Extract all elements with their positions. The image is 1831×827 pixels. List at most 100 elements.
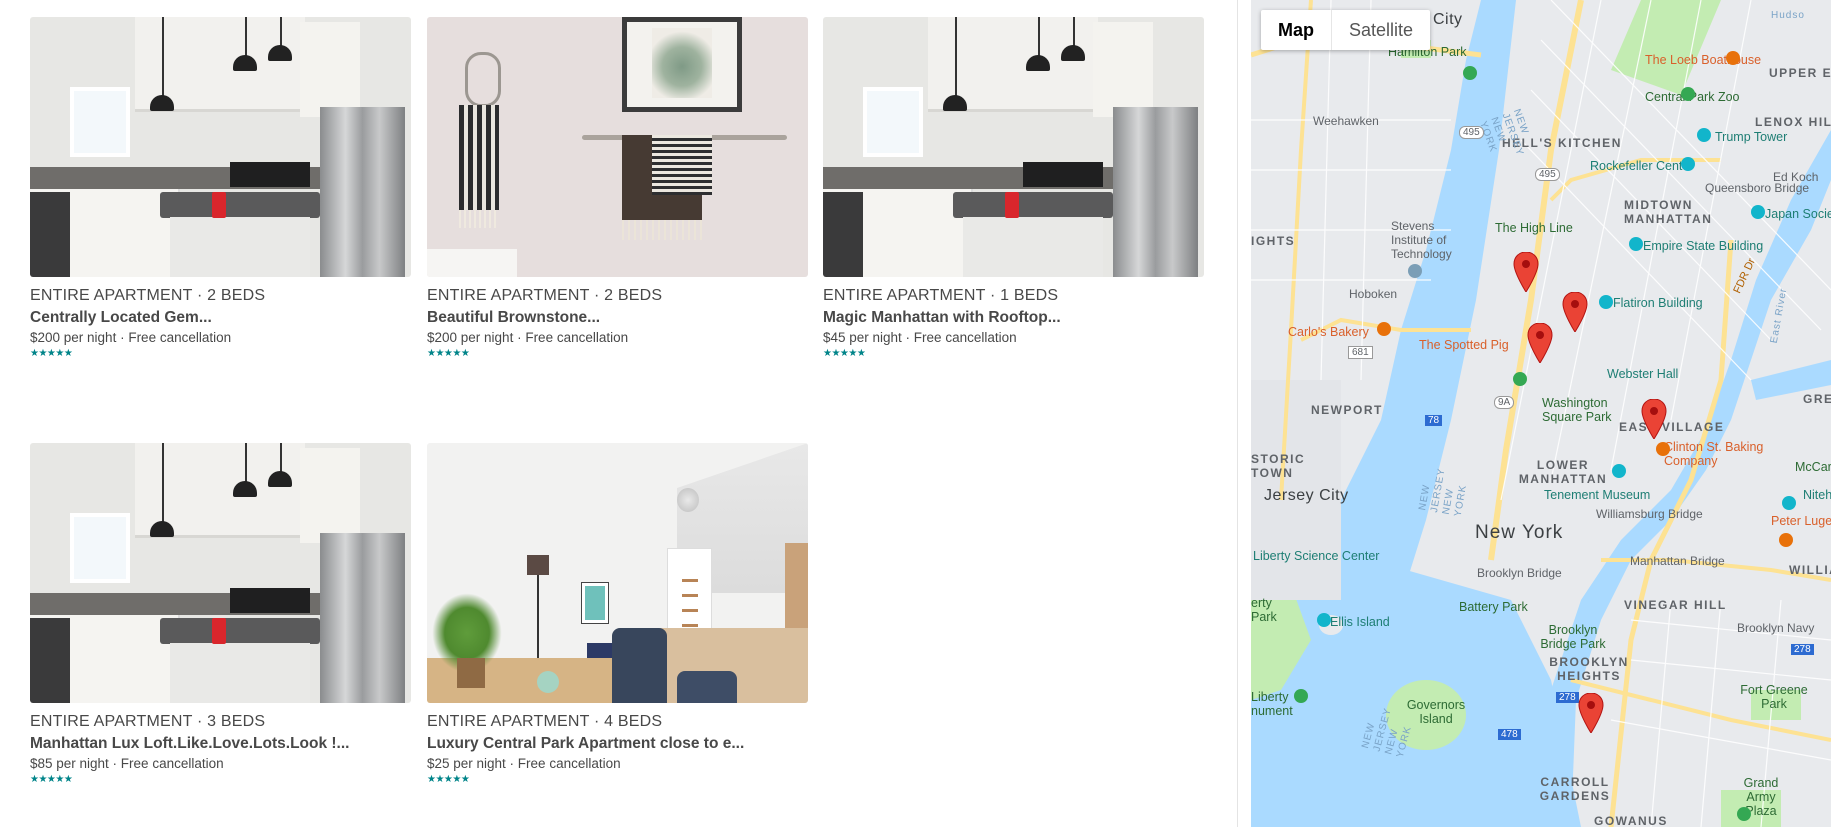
listing-card[interactable]: ENTIRE APARTMENT · 2 BEDS Beautiful Brow… xyxy=(427,17,808,360)
theater-icon xyxy=(1782,496,1796,510)
park-icon xyxy=(1513,372,1527,386)
zoo-icon xyxy=(1681,87,1695,101)
map-label: erty Park xyxy=(1251,596,1277,624)
map-label: 495 xyxy=(1459,126,1484,139)
map-label: WILLIAMS xyxy=(1789,563,1831,577)
map-label: Peter Luger xyxy=(1771,514,1831,528)
listing-price: $200 per night · Free cancellation xyxy=(30,330,232,345)
map-label: Brooklyn Bridge xyxy=(1477,566,1562,580)
university-icon xyxy=(1408,264,1422,278)
towels-photo[interactable] xyxy=(427,17,808,277)
map-label: Clinton St. Baking Company xyxy=(1664,440,1764,468)
map-label: 495 xyxy=(1535,168,1560,181)
rating-stars-icon: ★★★★★ xyxy=(427,774,470,785)
map-label: Williamsburg Bridge xyxy=(1596,507,1703,521)
map-label: Hoboken xyxy=(1349,287,1398,301)
listing-card[interactable]: ENTIRE APARTMENT · 4 BEDS Luxury Central… xyxy=(427,443,808,786)
map-label: Manhattan Bridge xyxy=(1630,554,1725,568)
map-label: Rockefeller Center xyxy=(1590,159,1694,173)
map-label: Jersey City xyxy=(1264,487,1349,504)
listing-pin-icon[interactable] xyxy=(1562,292,1588,332)
listing-pin-icon[interactable] xyxy=(1527,323,1553,363)
listing-title[interactable]: Centrally Located Gem... xyxy=(30,309,411,327)
map-panel[interactable]: City Hamilton Park The Loeb Boathouse We… xyxy=(1251,0,1831,827)
map-label: Hudso xyxy=(1771,10,1805,21)
listing-price: $200 per night · Free cancellation xyxy=(427,330,629,345)
listing-pin-icon[interactable] xyxy=(1513,252,1539,292)
map-label: EAST VILLAGE xyxy=(1619,420,1725,434)
museum-icon xyxy=(1612,464,1626,478)
listing-type: ENTIRE APARTMENT · 2 BEDS xyxy=(427,287,663,304)
listing-title[interactable]: Magic Manhattan with Rooftop... xyxy=(823,309,1204,327)
map-label: 681 xyxy=(1348,346,1373,359)
map-label: Fort Greene Park xyxy=(1740,683,1808,711)
map-label: Carlo's Bakery xyxy=(1288,325,1369,339)
listing-type: ENTIRE APARTMENT · 4 BEDS xyxy=(427,713,663,730)
map-label: Niteha xyxy=(1803,488,1831,502)
landmark-icon xyxy=(1599,295,1613,309)
rating-stars-icon: ★★★★★ xyxy=(30,348,73,359)
map-label: 478 xyxy=(1498,729,1521,740)
shopping-icon xyxy=(1697,128,1711,142)
bakery-icon xyxy=(1377,322,1391,336)
listing-price: $25 per night · Free cancellation xyxy=(427,756,621,771)
map-label: LENOX HILL xyxy=(1755,115,1831,129)
listing-card[interactable]: ENTIRE APARTMENT · 1 BEDS Magic Manhatta… xyxy=(823,17,1204,360)
map-label: GOWANUS xyxy=(1594,814,1668,827)
map-label: Ed Koch xyxy=(1773,170,1819,184)
rating-stars-icon: ★★★★★ xyxy=(823,348,866,359)
map-label: Brooklyn Navy xyxy=(1737,621,1815,635)
map-label: Ellis Island xyxy=(1330,615,1390,629)
map-view-button[interactable]: Map xyxy=(1261,10,1331,50)
kitchen-photo[interactable] xyxy=(30,443,411,703)
museum-icon xyxy=(1751,205,1765,219)
listing-type: ENTIRE APARTMENT · 3 BEDS xyxy=(30,713,266,730)
restaurant-icon xyxy=(1726,51,1740,65)
map-label: NEWPORT xyxy=(1311,403,1383,417)
listing-title[interactable]: Beautiful Brownstone... xyxy=(427,309,808,327)
map-label: 9A xyxy=(1494,396,1515,409)
kitchen-photo[interactable] xyxy=(823,17,1204,277)
map-label: NEW JERSEY NEW YORK xyxy=(1417,467,1470,518)
listing-card[interactable]: ENTIRE APARTMENT · 2 BEDS Centrally Loca… xyxy=(30,17,411,360)
satellite-view-button[interactable]: Satellite xyxy=(1331,10,1430,50)
map-label: MIDTOWN MANHATTAN xyxy=(1624,198,1713,226)
map-label: VINEGAR HILL xyxy=(1624,598,1727,612)
map-label: Washington Square Park xyxy=(1542,396,1612,424)
listing-price: $85 per night · Free cancellation xyxy=(30,756,224,771)
park-icon xyxy=(1463,66,1477,80)
map-label: Webster Hall xyxy=(1607,367,1679,381)
park-icon xyxy=(1737,807,1751,821)
listings-grid: ENTIRE APARTMENT · 2 BEDS Centrally Loca… xyxy=(0,0,1237,827)
landmark-icon xyxy=(1629,237,1643,251)
map-label: Japan Socie xyxy=(1765,207,1831,221)
map-label: Weehawken xyxy=(1313,114,1379,128)
kitchen-photo[interactable] xyxy=(30,17,411,277)
map-label: STORIC TOWN xyxy=(1251,452,1306,480)
panel-divider xyxy=(1237,0,1238,827)
map-label: The High Line xyxy=(1495,221,1573,235)
map-type-toggle: Map Satellite xyxy=(1261,10,1431,50)
listing-title[interactable]: Luxury Central Park Apartment close to e… xyxy=(427,735,808,753)
landmark-icon xyxy=(1681,157,1695,171)
map-label: Empire State Building xyxy=(1643,239,1764,253)
listing-card[interactable]: ENTIRE APARTMENT · 3 BEDS Manhattan Lux … xyxy=(30,443,411,786)
listing-type: ENTIRE APARTMENT · 2 BEDS xyxy=(30,287,266,304)
listing-pin-icon[interactable] xyxy=(1578,693,1604,733)
map-label: BROOKLYN HEIGHTS xyxy=(1549,655,1629,683)
listing-type: ENTIRE APARTMENT · 1 BEDS xyxy=(823,287,1059,304)
bedroom-photo[interactable] xyxy=(427,443,808,703)
map-label: Stevens Institute of Technology xyxy=(1391,219,1452,261)
rating-stars-icon: ★★★★★ xyxy=(427,348,470,359)
map-label: Tenement Museum xyxy=(1544,488,1651,502)
map-label: New York xyxy=(1475,522,1564,543)
listing-pin-icon[interactable] xyxy=(1641,399,1667,439)
map-label: Battery Park xyxy=(1459,600,1528,614)
map-label: GREE xyxy=(1803,392,1831,406)
map-label: The Loeb Boathouse xyxy=(1645,53,1762,67)
listing-title[interactable]: Manhattan Lux Loft.Like.Love.Lots.Look !… xyxy=(30,735,411,753)
map-label: Flatiron Building xyxy=(1613,296,1703,310)
map-label: Trump Tower xyxy=(1715,130,1788,144)
listing-price: $45 per night · Free cancellation xyxy=(823,330,1017,345)
map-label: CARROLL GARDENS xyxy=(1539,775,1611,803)
